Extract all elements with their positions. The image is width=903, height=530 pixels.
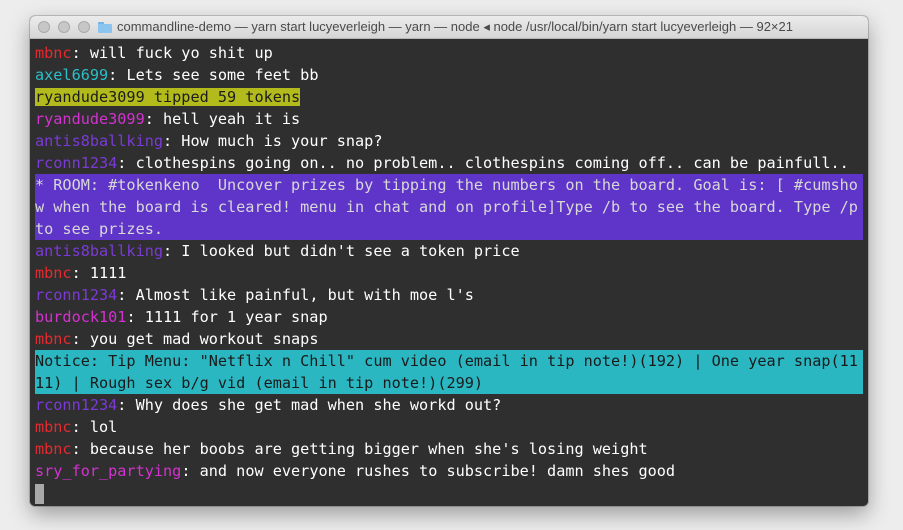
message-text: : 1111 for 1 year snap xyxy=(126,308,328,326)
line-0: mbnc: will fuck yo shit up xyxy=(35,42,863,64)
username: ryandude3099 xyxy=(35,110,145,128)
username: mbnc xyxy=(35,418,72,436)
line-11: mbnc: you get mad workout snaps xyxy=(35,328,863,350)
message-text: : because her boobs are getting bigger w… xyxy=(71,440,648,458)
folder-icon xyxy=(98,21,112,33)
message-text: : will fuck yo shit up xyxy=(71,44,273,62)
message-text: : 1111 xyxy=(71,264,127,282)
window-controls xyxy=(38,21,90,33)
message-text: : Almost like painful, but with moe l's xyxy=(117,286,474,304)
username: sry_for_partying xyxy=(35,462,182,480)
tip-message: ryandude3099 tipped 59 tokens xyxy=(35,88,301,106)
username: burdock101 xyxy=(35,308,127,326)
line-9: rconn1234: Almost like painful, but with… xyxy=(35,284,863,306)
line-1: axel6699: Lets see some feet bb xyxy=(35,64,863,86)
line-7: antis8ballking: I looked but didn't see … xyxy=(35,240,863,262)
username: antis8ballking xyxy=(35,132,164,150)
message-text: : clothespins going on.. no problem.. cl… xyxy=(117,154,849,172)
username: rconn1234 xyxy=(35,286,118,304)
message-text: : Lets see some feet bb xyxy=(108,66,319,84)
message-text: : I looked but didn't see a token price xyxy=(163,242,520,260)
message-text: : How much is your snap? xyxy=(163,132,383,150)
username: mbnc xyxy=(35,440,72,458)
username: mbnc xyxy=(35,264,72,282)
message-text: : hell yeah it is xyxy=(144,110,301,128)
line-3: ryandude3099: hell yeah it is xyxy=(35,108,863,130)
window-title-text: commandline-demo — yarn start lucyeverle… xyxy=(117,19,793,34)
terminal-output[interactable]: mbnc: will fuck yo shit up axel6699: Let… xyxy=(30,39,868,506)
username: mbnc xyxy=(35,44,72,62)
tip-menu-notice: Notice: Tip Menu: "Netflix n Chill" cum … xyxy=(35,350,863,394)
close-button[interactable] xyxy=(38,21,50,33)
line-10: burdock101: 1111 for 1 year snap xyxy=(35,306,863,328)
line-8: mbnc: 1111 xyxy=(35,262,863,284)
text-cursor[interactable] xyxy=(35,483,44,504)
username: rconn1234 xyxy=(35,396,118,414)
minimize-button[interactable] xyxy=(58,21,70,33)
message-text: : Why does she get mad when she workd ou… xyxy=(117,396,502,414)
username: mbnc xyxy=(35,330,72,348)
line-2: ryandude3099 tipped 59 tokens xyxy=(35,86,863,108)
message-text: : lol xyxy=(71,418,118,436)
room-notice: * ROOM: #tokenkeno Uncover prizes by tip… xyxy=(35,174,868,240)
prompt-line[interactable] xyxy=(35,482,863,504)
line-5: rconn1234: clothespins going on.. no pro… xyxy=(35,152,863,174)
title-bar[interactable]: commandline-demo — yarn start lucyeverle… xyxy=(30,16,868,39)
username: axel6699 xyxy=(35,66,109,84)
terminal-window: commandline-demo — yarn start lucyeverle… xyxy=(30,16,868,506)
line-14: mbnc: lol xyxy=(35,416,863,438)
line-4: antis8ballking: How much is your snap? xyxy=(35,130,863,152)
zoom-button[interactable] xyxy=(78,21,90,33)
message-text: : and now everyone rushes to subscribe! … xyxy=(181,462,676,480)
line-13: rconn1234: Why does she get mad when she… xyxy=(35,394,863,416)
message-text: : you get mad workout snaps xyxy=(71,330,319,348)
username: rconn1234 xyxy=(35,154,118,172)
line-15: mbnc: because her boobs are getting bigg… xyxy=(35,438,863,460)
line-16: sry_for_partying: and now everyone rushe… xyxy=(35,460,863,482)
window-title: commandline-demo — yarn start lucyeverle… xyxy=(98,19,860,35)
username: antis8ballking xyxy=(35,242,164,260)
